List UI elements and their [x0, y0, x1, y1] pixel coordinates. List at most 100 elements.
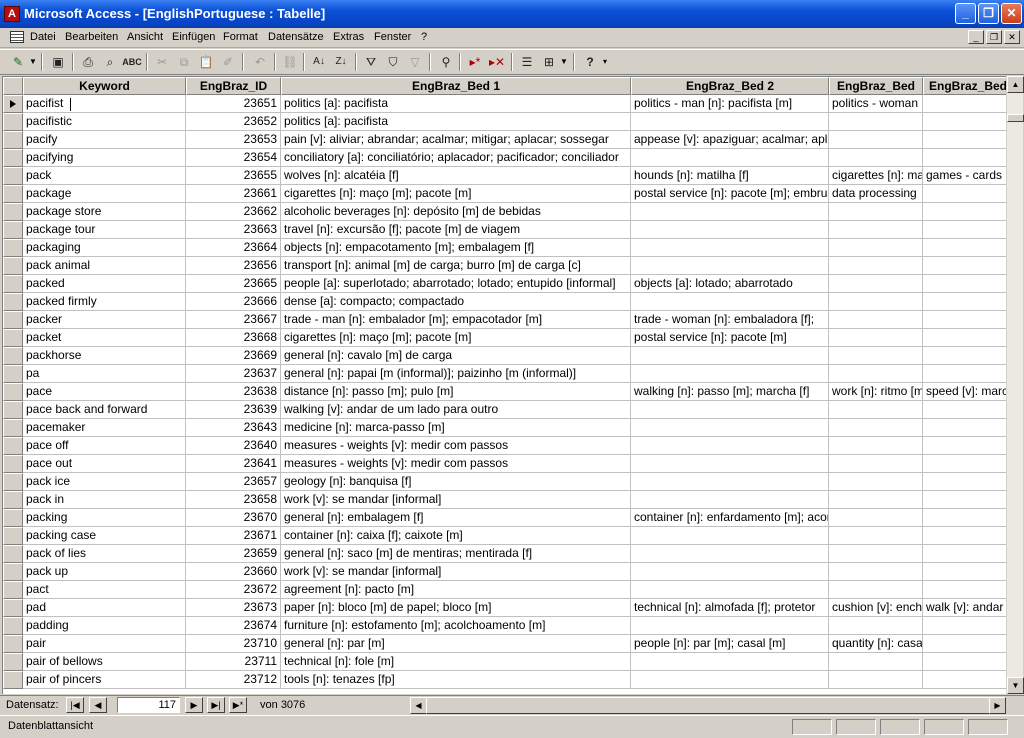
- new-record-nav-button[interactable]: ▶*: [229, 697, 247, 713]
- cell-engbraz-bed2[interactable]: [631, 401, 829, 419]
- cell-engbraz-bed4[interactable]: [923, 455, 1006, 473]
- cell-engbraz-bed3[interactable]: [829, 527, 923, 545]
- cell-engbraz-bed4[interactable]: [923, 491, 1006, 509]
- cell-engbraz-id[interactable]: 23673: [186, 599, 281, 617]
- cell-engbraz-bed3[interactable]: [829, 617, 923, 635]
- scroll-left-button[interactable]: ◀: [410, 697, 427, 714]
- cell-engbraz-bed3[interactable]: [829, 221, 923, 239]
- cell-engbraz-bed4[interactable]: [923, 365, 1006, 383]
- cell-engbraz-bed3[interactable]: work [n]: ritmo [m]: [829, 383, 923, 401]
- cell-engbraz-bed1[interactable]: cigarettes [n]: maço [m]; pacote [m]: [281, 329, 631, 347]
- cell-engbraz-bed2[interactable]: hounds [n]: matilha [f]: [631, 167, 829, 185]
- cell-keyword[interactable]: pack ice: [23, 473, 186, 491]
- record-selector[interactable]: [3, 185, 23, 203]
- cell-keyword[interactable]: packet: [23, 329, 186, 347]
- cell-keyword[interactable]: packing case: [23, 527, 186, 545]
- cell-engbraz-id[interactable]: 23640: [186, 437, 281, 455]
- cell-engbraz-bed1[interactable]: pain [v]: aliviar; abrandar; acalmar; mi…: [281, 131, 631, 149]
- cell-engbraz-bed3[interactable]: [829, 203, 923, 221]
- cell-engbraz-bed1[interactable]: geology [n]: banquisa [f]: [281, 473, 631, 491]
- menu-bearbeiten[interactable]: Bearbeiten: [65, 31, 118, 43]
- record-selector[interactable]: [3, 419, 23, 437]
- cell-engbraz-bed1[interactable]: cigarettes [n]: maço [m]; pacote [m]: [281, 185, 631, 203]
- cell-engbraz-bed4[interactable]: [923, 563, 1006, 581]
- cell-engbraz-bed2[interactable]: [631, 671, 829, 689]
- cell-engbraz-id[interactable]: 23663: [186, 221, 281, 239]
- cell-keyword[interactable]: pack: [23, 167, 186, 185]
- cell-engbraz-bed1[interactable]: people [a]: superlotado; abarrotado; lot…: [281, 275, 631, 293]
- datasheet-window-icon[interactable]: [10, 31, 24, 43]
- save-icon[interactable]: ▣: [48, 53, 68, 71]
- cell-engbraz-id[interactable]: 23661: [186, 185, 281, 203]
- cell-engbraz-bed4[interactable]: [923, 473, 1006, 491]
- cell-engbraz-bed4[interactable]: [923, 293, 1006, 311]
- cell-engbraz-bed4[interactable]: [923, 95, 1006, 113]
- horizontal-scrollbar[interactable]: ◀ ▶: [410, 697, 1006, 714]
- cell-engbraz-bed2[interactable]: [631, 347, 829, 365]
- sort-ascending-icon[interactable]: A↓: [309, 53, 329, 71]
- cell-engbraz-bed2[interactable]: [631, 113, 829, 131]
- doc-minimize-button[interactable]: _: [968, 30, 984, 44]
- cell-engbraz-bed3[interactable]: [829, 545, 923, 563]
- cell-engbraz-bed1[interactable]: transport [n]: animal [m] de carga; burr…: [281, 257, 631, 275]
- cell-engbraz-id[interactable]: 23712: [186, 671, 281, 689]
- cell-keyword[interactable]: padding: [23, 617, 186, 635]
- cell-engbraz-bed3[interactable]: [829, 311, 923, 329]
- cell-engbraz-bed2[interactable]: technical [n]: almofada [f]; protetor: [631, 599, 829, 617]
- record-selector[interactable]: [3, 491, 23, 509]
- cell-engbraz-bed4[interactable]: [923, 239, 1006, 257]
- cell-keyword[interactable]: pace off: [23, 437, 186, 455]
- scroll-up-button[interactable]: ▲: [1007, 76, 1024, 93]
- cell-engbraz-bed2[interactable]: trade - woman [n]: embaladora [f];: [631, 311, 829, 329]
- cell-engbraz-id[interactable]: 23659: [186, 545, 281, 563]
- cell-engbraz-bed1[interactable]: medicine [n]: marca-passo [m]: [281, 419, 631, 437]
- record-selector[interactable]: [3, 203, 23, 221]
- cell-engbraz-bed1[interactable]: trade - man [n]: embalador [m]; empacota…: [281, 311, 631, 329]
- horizontal-scroll-thumb[interactable]: [426, 697, 1006, 714]
- format-painter-icon[interactable]: ✐: [218, 53, 238, 71]
- cell-engbraz-id[interactable]: 23669: [186, 347, 281, 365]
- cell-engbraz-bed2[interactable]: politics - man [n]: pacifista [m]: [631, 95, 829, 113]
- cell-keyword[interactable]: pair: [23, 635, 186, 653]
- cell-keyword[interactable]: pacify: [23, 131, 186, 149]
- record-selector[interactable]: [3, 311, 23, 329]
- cell-engbraz-bed1[interactable]: technical [n]: fole [m]: [281, 653, 631, 671]
- next-record-button[interactable]: ▶: [185, 697, 203, 713]
- cell-engbraz-bed4[interactable]: [923, 581, 1006, 599]
- record-selector[interactable]: [3, 617, 23, 635]
- cell-engbraz-bed2[interactable]: people [n]: par [m]; casal [m]: [631, 635, 829, 653]
- design-view-icon[interactable]: ✎: [8, 53, 28, 71]
- cell-engbraz-id[interactable]: 23674: [186, 617, 281, 635]
- cell-engbraz-bed2[interactable]: [631, 203, 829, 221]
- cell-engbraz-bed2[interactable]: appease [v]: apaziguar; acalmar; aplacar: [631, 131, 829, 149]
- cell-engbraz-id[interactable]: 23665: [186, 275, 281, 293]
- cut-icon[interactable]: ✂: [152, 53, 172, 71]
- cell-keyword[interactable]: packed: [23, 275, 186, 293]
- menu-format[interactable]: Format: [223, 31, 258, 43]
- cell-engbraz-id[interactable]: 23710: [186, 635, 281, 653]
- cell-keyword[interactable]: pair of bellows: [23, 653, 186, 671]
- cell-engbraz-bed3[interactable]: data processing: [829, 185, 923, 203]
- cell-keyword[interactable]: pa: [23, 365, 186, 383]
- cell-engbraz-bed1[interactable]: politics [a]: pacifista: [281, 95, 631, 113]
- record-selector[interactable]: [3, 401, 23, 419]
- cell-engbraz-bed4[interactable]: [923, 329, 1006, 347]
- cell-engbraz-id[interactable]: 23657: [186, 473, 281, 491]
- cell-engbraz-bed3[interactable]: [829, 275, 923, 293]
- cell-engbraz-id[interactable]: 23652: [186, 113, 281, 131]
- delete-record-icon[interactable]: ▸✕: [487, 53, 507, 71]
- record-selector[interactable]: [3, 383, 23, 401]
- cell-engbraz-bed1[interactable]: general [n]: embalagem [f]: [281, 509, 631, 527]
- cell-engbraz-id[interactable]: 23662: [186, 203, 281, 221]
- cell-engbraz-bed1[interactable]: travel [n]: excursão [f]; pacote [m] de …: [281, 221, 631, 239]
- vertical-scroll-thumb[interactable]: [1007, 114, 1024, 122]
- undo-icon[interactable]: ↶: [250, 53, 270, 71]
- cell-engbraz-bed4[interactable]: [923, 221, 1006, 239]
- cell-engbraz-bed4[interactable]: [923, 275, 1006, 293]
- cell-engbraz-bed1[interactable]: paper [n]: bloco [m] de papel; bloco [m]: [281, 599, 631, 617]
- cell-engbraz-bed3[interactable]: [829, 419, 923, 437]
- cell-engbraz-bed2[interactable]: walking [n]: passo [m]; marcha [f]: [631, 383, 829, 401]
- insert-hyperlink-icon[interactable]: ⛓: [280, 53, 300, 71]
- cell-engbraz-bed4[interactable]: [923, 545, 1006, 563]
- cell-engbraz-id[interactable]: 23658: [186, 491, 281, 509]
